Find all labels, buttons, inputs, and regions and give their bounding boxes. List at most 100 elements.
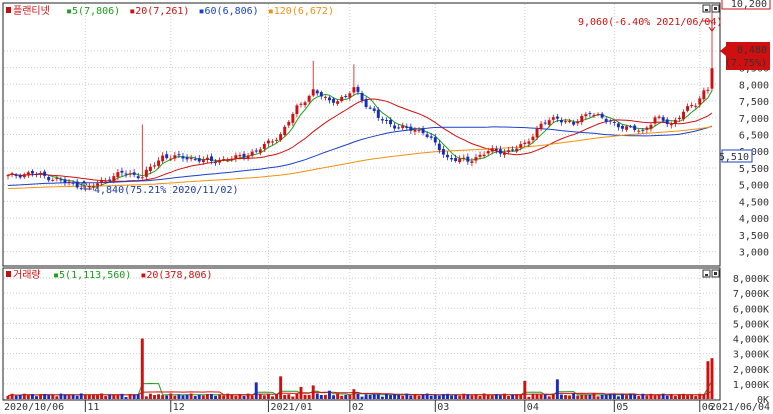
candle-body [283,126,287,135]
candle-body [523,142,527,145]
volume-bar [258,393,262,399]
volume-bar [30,394,34,399]
candle-body [584,114,588,117]
legend-ma120-label: 120(6,672) [274,6,334,17]
volume-bar [173,395,177,399]
candle-body [336,101,340,104]
volume-bar [201,395,205,399]
candle-body [136,176,140,179]
x-tick-label: 12 [173,402,185,413]
volume-bar [83,395,87,399]
volume-bar [673,396,677,399]
legend-square-icon [6,271,11,277]
candle-body [18,175,22,178]
candle-body [51,179,55,181]
candle-body [649,124,653,129]
volume-bar [43,393,47,399]
candle-body [307,95,311,102]
candle-body [271,141,274,143]
volume-bar [140,338,144,399]
candle-body [55,178,59,180]
volume-tick-label: 1,000K [733,380,769,391]
candle-body [421,128,425,134]
low-price-marker: 5,510 [719,149,753,163]
volume-bar [75,395,79,399]
volume-bar [421,394,425,399]
candle-body [539,123,543,130]
candle-body [173,155,177,159]
candle-body [547,120,551,125]
volume-bar [210,393,213,399]
volume-bar [360,396,364,399]
volume-bar [405,393,409,399]
candle-body [572,122,576,125]
volume-bar [694,396,698,399]
legend-ma60-label: 60(6,806) [205,6,259,17]
volume-bar [568,395,572,399]
candle-body [588,113,592,115]
candle-body [535,128,539,138]
volume-bar [486,395,490,399]
volume-bar [79,393,83,399]
current-change-text: (7.75%) [725,58,767,69]
volume-bar [169,393,173,399]
volume-bar [291,396,295,399]
candle-body [205,157,209,160]
price-tick-label: 3,000 [739,248,769,259]
candle-body [181,156,185,159]
volume-bar [262,395,266,399]
volume-bar [380,396,384,399]
volume-bar [393,394,397,399]
candle-body [14,174,18,176]
volume-bar [637,396,641,399]
volume-bar [39,394,43,399]
volume-bar [352,389,356,399]
volume-bar [600,394,604,399]
candle-body [39,172,43,175]
volume-bar [254,382,258,399]
candle-body [157,160,161,166]
candle-body [425,134,429,137]
candle-body [629,126,633,128]
volume-bar [498,395,502,399]
volume-bar [633,394,637,399]
candle-body [393,125,397,129]
candle-body [710,68,714,89]
candle-body [417,130,421,132]
volume-bar [478,395,482,399]
candle-body [254,150,258,152]
volume-tick-label: 3,000K [733,350,769,361]
volume-bar [91,394,95,399]
candle-body [364,99,368,108]
volume-bar [368,394,372,399]
candle-body [706,89,710,91]
candle-body [677,117,681,120]
volume-bar [584,394,588,399]
volume-bar [100,393,104,399]
candle-body [686,106,690,111]
volume-bar [677,394,681,399]
x-axis: 2020/10/06 11 12 2021/01 02 03 04 05 062021/06/0… [4,400,770,413]
volume-bar [515,394,519,399]
candle-body [30,171,34,174]
volume-bar [315,393,319,399]
candle-body [621,125,624,129]
candle-body [450,158,454,160]
volume-bar [446,393,449,399]
volume-bar [669,394,673,399]
candle-body [405,126,409,128]
volume-bar [144,396,148,399]
candle-body [47,177,51,181]
volume-bar [18,394,22,399]
volume-bar [299,386,303,399]
x-tick-label: 2021/06/04 [710,402,770,413]
minimize-icon-inner [705,274,708,276]
volume-panel-frame [2,267,721,401]
current-price-marker: 8,480 (7.75%) [720,42,770,70]
legend-ma5-label: 5(7,806) [72,6,120,17]
candle-body [100,180,104,183]
candle-body [258,149,262,153]
volume-bar [165,395,169,399]
volume-bar [161,395,165,399]
volume-bar [157,394,161,399]
